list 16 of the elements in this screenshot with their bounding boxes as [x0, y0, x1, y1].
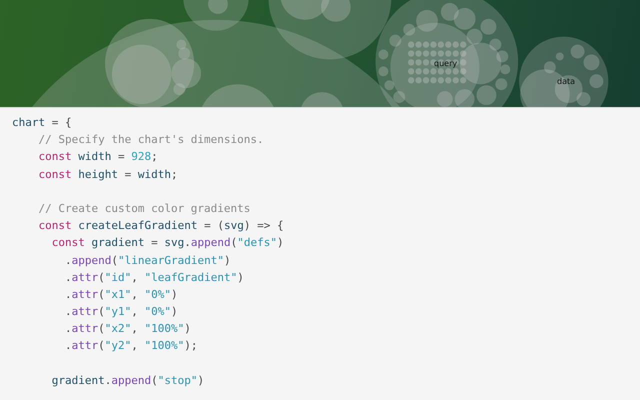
code-line: .attr("x1", "0%") [64, 286, 178, 303]
code-line: const height = width; [37, 166, 178, 183]
bubble-label: query [434, 59, 458, 69]
code-line: .attr("id", "leafGradient") [64, 270, 244, 286]
code-line: // Create custom color gradients [37, 200, 250, 217]
code-line: .append("linearGradient") [64, 252, 231, 268]
code-line: .attr("y1", "0%") [64, 304, 178, 320]
code-line: const createLeafGradient = (svg) => { [37, 218, 284, 234]
code-line: // Specify the chart's dimensions. [37, 132, 264, 148]
code-line: const gradient = svg.append("defs") [50, 235, 284, 252]
code-line: gradient.append("stop") [50, 372, 204, 389]
code-line: .attr("y2", "100%"); [64, 338, 198, 354]
bubble-label: data [557, 77, 576, 87]
code-line: const width = 928; [37, 149, 158, 166]
code-line: chart = { [12, 115, 72, 131]
code-line: .attr("x2", "100%") [64, 321, 191, 338]
